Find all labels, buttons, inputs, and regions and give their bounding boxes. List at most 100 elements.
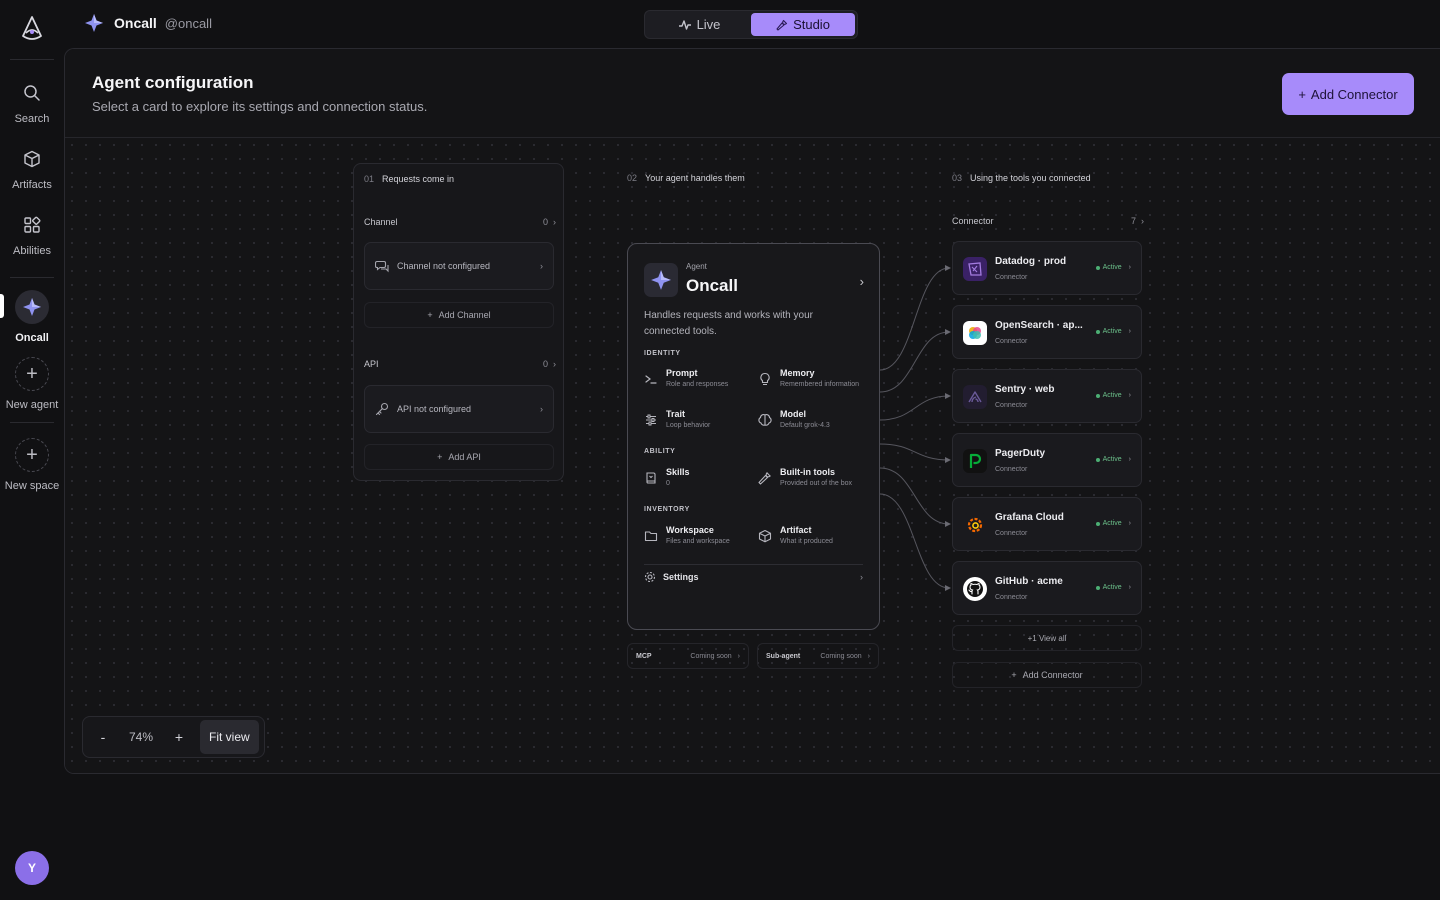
add-api-label: Add API (448, 452, 481, 462)
add-connector-label: Add Connector (1310, 86, 1398, 102)
channel-empty-card[interactable]: Channel not configured › (364, 242, 554, 290)
api-empty-card[interactable]: API not configured › (364, 385, 554, 433)
new-agent-label: New agent (5, 399, 59, 411)
rail-divider (10, 59, 54, 60)
zoom-in-button[interactable]: + (162, 720, 196, 754)
connector-card-pagerduty[interactable]: PagerDuty Connector Active › (952, 433, 1142, 487)
group-label-ability: ABILITY (644, 448, 676, 455)
agent-description: Handles requests and works with your con… (644, 310, 813, 337)
rail-item-label: Artifacts (12, 179, 52, 191)
status-badge: Active › (1095, 456, 1131, 463)
folder-icon (644, 529, 658, 543)
capability-prompt[interactable]: Prompt Role and responses (644, 368, 754, 388)
settings-label: Settings (663, 572, 699, 582)
github-logo-icon (963, 577, 987, 601)
new-agent-button[interactable]: + New agent (0, 357, 64, 411)
connector-name: Datadog · prod (995, 256, 1067, 267)
mode-studio-button[interactable]: Studio (751, 13, 855, 36)
channel-empty-text: Channel not configured (397, 261, 491, 271)
plus-icon: + (15, 438, 49, 472)
capability-sub: Provided out of the box (780, 480, 852, 487)
rail-agent-label: Oncall (15, 332, 49, 344)
capability-memory[interactable]: Memory Remembered information (758, 368, 868, 388)
connector-type: Connector (995, 402, 1028, 409)
plus-icon: + (15, 357, 49, 391)
view-all-connectors-button[interactable]: +1 View all (952, 625, 1142, 651)
capability-sub: Remembered information (780, 381, 859, 388)
sparkle-icon (651, 270, 671, 290)
sentry-logo-icon (963, 385, 987, 409)
chat-icon (375, 259, 389, 273)
sub-agent-coming-soon[interactable]: Sub-agent Coming soon › (757, 643, 879, 669)
app-logo-icon[interactable] (20, 16, 44, 42)
rail-item-abilities[interactable]: Abilities (0, 214, 64, 257)
capability-builtin-tools[interactable]: Built-in tools Provided out of the box (758, 467, 868, 487)
add-channel-button[interactable]: + Add Channel (364, 302, 554, 328)
flow-canvas[interactable]: 01 Requests come in Channel 0 › Channel … (65, 138, 1440, 773)
brain-icon (758, 413, 772, 427)
zoom-out-button[interactable]: - (86, 720, 120, 754)
channel-label: Channel (364, 217, 398, 227)
sparkle-icon (23, 298, 41, 316)
connector-card-grafana[interactable]: Grafana Cloud Connector Active › (952, 497, 1142, 551)
connector-name: Sentry · web (995, 384, 1055, 395)
agent-name: Oncall (114, 15, 157, 31)
connector-card-sentry[interactable]: Sentry · web Connector Active › (952, 369, 1142, 423)
connector-card-datadog[interactable]: Datadog · prod Connector Active › (952, 241, 1142, 295)
connector-type: Connector (995, 338, 1028, 345)
panel-header: Agent configuration Select a card to exp… (65, 49, 1440, 138)
plus-icon: + (1011, 670, 1017, 680)
new-space-button[interactable]: + New space (0, 438, 64, 492)
api-section-header[interactable]: API 0 › (364, 359, 556, 369)
add-connector-button[interactable]: + Add Connector (1282, 73, 1414, 115)
sliders-icon (644, 413, 658, 427)
lightbulb-icon (758, 372, 772, 386)
capability-title: Memory (780, 368, 815, 378)
capability-artifact[interactable]: Artifact What it produced (758, 525, 868, 545)
mode-label: Studio (793, 17, 830, 32)
new-space-label: New space (4, 480, 60, 492)
capability-skills[interactable]: Skills 0 (644, 467, 754, 487)
mcp-coming-soon[interactable]: MCP Coming soon › (627, 643, 749, 669)
user-avatar[interactable]: Y (15, 851, 49, 885)
api-label: API (364, 359, 379, 369)
connector-type: Connector (995, 466, 1028, 473)
mode-label: Live (696, 17, 721, 32)
add-connector-inline-button[interactable]: + Add Connector (952, 662, 1142, 688)
capability-title: Prompt (666, 368, 698, 378)
agent-card[interactable]: Agent Oncall › Handles requests and work… (627, 243, 880, 630)
plus-icon: + (1298, 86, 1306, 102)
fit-view-button[interactable]: Fit view (200, 720, 259, 754)
connector-section-header[interactable]: Connector 7 › (952, 216, 1144, 226)
rail-item-artifacts[interactable]: Artifacts (0, 148, 64, 191)
capability-workspace[interactable]: Workspace Files and workspace (644, 525, 754, 545)
rail-agent-oncall[interactable]: Oncall (0, 290, 64, 344)
channel-section-header[interactable]: Channel 0 › (364, 217, 556, 227)
capability-sub: 0 (666, 480, 670, 487)
connector-card-github[interactable]: GitHub · acme Connector Active › (952, 561, 1142, 615)
capability-trait[interactable]: Trait Loop behavior (644, 409, 754, 429)
agent-kicker: Agent (686, 262, 707, 271)
agent-avatar (15, 290, 49, 324)
rail-item-search[interactable]: Search (0, 82, 64, 125)
status-badge: Active › (1095, 328, 1131, 335)
pill-status: Coming soon (820, 652, 862, 660)
connector-card-opensearch[interactable]: OpenSearch · ap... Connector Active › (952, 305, 1142, 359)
column-title: Your agent handles them (645, 173, 745, 183)
group-label-inventory: INVENTORY (644, 506, 690, 513)
agent-settings-row[interactable]: Settings › (644, 564, 863, 583)
chevron-right-icon: › (540, 261, 543, 271)
chevron-right-icon: › (540, 404, 543, 414)
capability-model[interactable]: Model Default grok-4.3 (758, 409, 868, 429)
capability-sub: Loop behavior (666, 422, 711, 429)
pill-status: Coming soon (690, 652, 732, 660)
connector-type: Connector (995, 594, 1028, 601)
chevron-right-icon[interactable]: › (860, 274, 864, 289)
agent-identity: Oncall @oncall (84, 13, 212, 33)
status-badge: Active › (1095, 584, 1131, 591)
step-number: 03 (952, 173, 963, 183)
mode-live-button[interactable]: Live (647, 13, 751, 36)
capability-sub: What it produced (780, 538, 833, 545)
connector-name: GitHub · acme (995, 576, 1063, 587)
add-api-button[interactable]: + Add API (364, 444, 554, 470)
